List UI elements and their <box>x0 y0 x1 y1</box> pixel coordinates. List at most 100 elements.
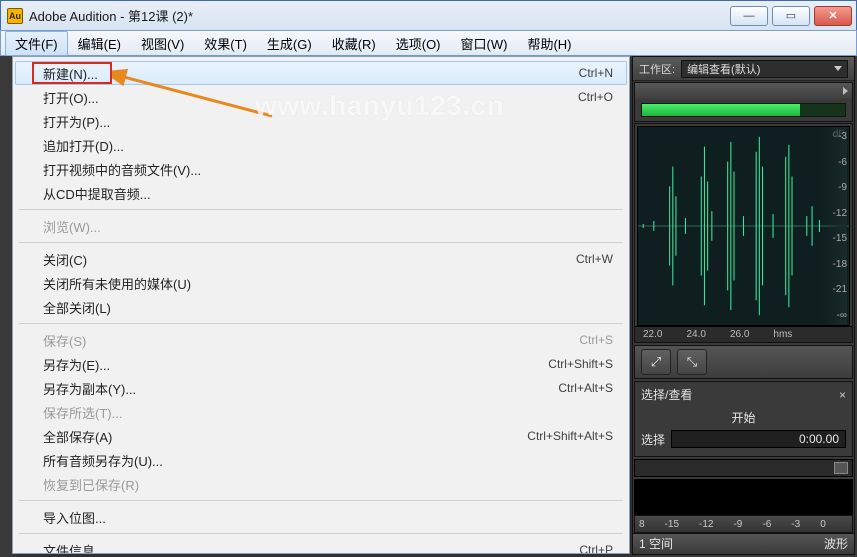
file-menu-item-11[interactable]: 全部关闭(L) <box>15 295 627 319</box>
file-menu-item-7: 浏览(W)... <box>15 214 627 238</box>
timeline-tick: 22.0 <box>643 329 662 340</box>
menu-item-2[interactable]: 视图(V) <box>131 31 194 56</box>
selection-col-header: 开始 <box>641 409 846 426</box>
waveform-display[interactable]: dB -3-6-9-12-15-18-21 <box>637 126 850 326</box>
menu-item-4[interactable]: 生成(G) <box>257 31 322 56</box>
menu-item-6[interactable]: 选项(O) <box>386 31 451 56</box>
close-icon[interactable]: × <box>839 388 846 402</box>
ruler-tick: -12 <box>699 519 713 530</box>
file-menu-item-14[interactable]: 另存为(E)...Ctrl+Shift+S <box>15 352 627 376</box>
menu-separator <box>19 533 623 534</box>
menu-item-label: 保存所选(T)... <box>43 403 613 422</box>
levels-panel <box>634 82 853 122</box>
menu-separator <box>19 500 623 501</box>
scroll-strip[interactable] <box>634 459 853 477</box>
file-menu-item-15[interactable]: 另存为副本(Y)...Ctrl+Alt+S <box>15 376 627 400</box>
maximize-button[interactable]: ▭ <box>772 6 810 26</box>
file-menu-dropdown: 新建(N)...Ctrl+N打开(O)...Ctrl+O打开为(P)...追加打… <box>12 56 630 554</box>
file-menu-item-1[interactable]: 打开(O)...Ctrl+O <box>15 85 627 109</box>
db-tick: -18 <box>821 259 847 270</box>
menu-item-8[interactable]: 帮助(H) <box>517 31 581 56</box>
close-button[interactable]: ✕ <box>814 6 852 26</box>
scroll-thumb[interactable] <box>834 462 848 474</box>
menu-item-label: 全部保存(A) <box>43 427 527 446</box>
status-left: 1 空间 <box>639 535 673 552</box>
db-tick: -12 <box>821 208 847 219</box>
titlebar: Au Adobe Audition - 第12课 (2)* — ▭ ✕ <box>0 0 857 30</box>
minimize-button[interactable]: — <box>730 6 768 26</box>
ruler-tick: -15 <box>665 519 679 530</box>
menu-item-label: 另存为副本(Y)... <box>43 379 558 398</box>
file-menu-item-21[interactable]: 导入位图... <box>15 505 627 529</box>
menu-item-7[interactable]: 窗口(W) <box>451 31 518 56</box>
file-menu-item-16: 保存所选(T)... <box>15 400 627 424</box>
level-meter <box>641 103 846 117</box>
file-menu-item-5[interactable]: 从CD中提取音频... <box>15 181 627 205</box>
menu-item-shortcut: Ctrl+Shift+S <box>548 357 613 371</box>
menu-item-label: 另存为(E)... <box>43 355 548 374</box>
workspace-select[interactable]: 编辑查看(默认) <box>681 60 848 78</box>
zoom-out-button[interactable]: ⤡ <box>677 349 707 375</box>
menu-item-3[interactable]: 效果(T) <box>194 31 257 56</box>
ruler-tick: 8 <box>639 519 645 530</box>
selection-tab[interactable]: 选择/查看 <box>641 386 692 403</box>
bottom-ruler: 8-15-12-9-6-30 <box>634 515 853 533</box>
menu-item-0[interactable]: 文件(F) <box>5 31 68 56</box>
menu-separator <box>19 209 623 210</box>
zoom-out-icon: ⤡ <box>687 354 697 370</box>
menu-item-label: 打开为(P)... <box>43 112 613 131</box>
ruler-tick: -9 <box>733 519 742 530</box>
workspace-label: 工作区: <box>639 61 675 77</box>
menu-item-label: 关闭所有未使用的媒体(U) <box>43 274 613 293</box>
file-menu-item-3[interactable]: 追加打开(D)... <box>15 133 627 157</box>
waveform-panel: dB -3-6-9-12-15-18-21 <box>634 123 853 343</box>
file-menu-item-2[interactable]: 打开为(P)... <box>15 109 627 133</box>
file-menu-item-9[interactable]: 关闭(C)Ctrl+W <box>15 247 627 271</box>
menu-item-label: 新建(N)... <box>43 64 579 83</box>
file-menu-item-18[interactable]: 所有音频另存为(U)... <box>15 448 627 472</box>
selection-row-label: 选择 <box>641 431 665 448</box>
menu-item-label: 打开(O)... <box>43 88 578 107</box>
zoom-in-icon: ⤢ <box>651 354 661 370</box>
menu-item-shortcut: Ctrl+Alt+S <box>558 381 613 395</box>
menu-item-shortcut: Ctrl+N <box>579 66 613 80</box>
waveform-timeline: 22.024.026.0hms <box>635 326 852 342</box>
selection-start-value[interactable]: 0:00.00 <box>671 430 846 448</box>
menu-item-label: 从CD中提取音频... <box>43 184 613 203</box>
menu-item-5[interactable]: 收藏(R) <box>322 31 386 56</box>
zoom-in-button[interactable]: ⤢ <box>641 349 671 375</box>
selection-panel: 选择/查看 × 开始 选择 0:00.00 <box>634 381 853 457</box>
file-menu-item-0[interactable]: 新建(N)...Ctrl+N <box>15 61 627 85</box>
db-tick: -21 <box>821 284 847 295</box>
timeline-tick: 24.0 <box>686 329 705 340</box>
file-menu-item-4[interactable]: 打开视频中的音频文件(V)... <box>15 157 627 181</box>
menu-separator <box>19 242 623 243</box>
file-menu-item-17[interactable]: 全部保存(A)Ctrl+Shift+Alt+S <box>15 424 627 448</box>
menu-item-label: 浏览(W)... <box>43 217 613 236</box>
level-display <box>634 479 853 515</box>
db-tick: -9 <box>821 182 847 193</box>
ruler-tick: 0 <box>820 519 826 530</box>
file-menu-item-13: 保存(S)Ctrl+S <box>15 328 627 352</box>
menu-item-label: 导入位图... <box>43 508 613 527</box>
menu-item-1[interactable]: 编辑(E) <box>68 31 131 56</box>
zoom-toolbar: ⤢ ⤡ <box>634 345 853 379</box>
triangle-icon <box>843 87 848 95</box>
chevron-down-icon <box>834 66 842 71</box>
file-menu-item-10[interactable]: 关闭所有未使用的媒体(U) <box>15 271 627 295</box>
timeline-tick: 26.0 <box>730 329 749 340</box>
status-right: 波形 <box>824 535 848 552</box>
file-menu-item-19: 恢复到已保存(R) <box>15 472 627 496</box>
menu-item-label: 文件信息... <box>43 541 579 555</box>
workspace-value: 编辑查看(默认) <box>687 61 760 77</box>
panel-menu[interactable] <box>635 83 852 99</box>
ruler-tick: -3 <box>791 519 800 530</box>
right-panels: 工作区: 编辑查看(默认) dB <box>632 56 855 555</box>
menu-item-label: 恢复到已保存(R) <box>43 475 613 494</box>
menu-item-shortcut: Ctrl+P <box>579 543 613 554</box>
file-menu-item-23[interactable]: 文件信息...Ctrl+P <box>15 538 627 554</box>
menu-item-shortcut: Ctrl+O <box>578 90 613 104</box>
menu-item-shortcut: Ctrl+S <box>579 333 613 347</box>
menu-item-shortcut: Ctrl+Shift+Alt+S <box>527 429 613 443</box>
app-icon: Au <box>7 8 23 24</box>
